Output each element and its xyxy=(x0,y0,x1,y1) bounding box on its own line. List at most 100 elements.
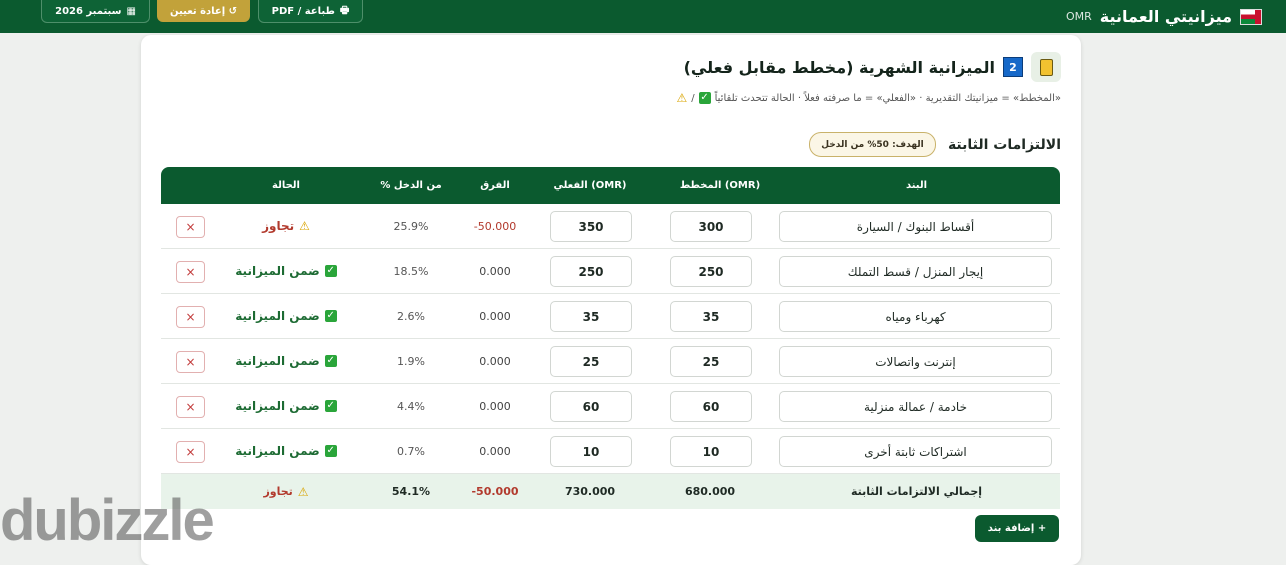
diff-value: 0.000 xyxy=(479,444,511,458)
note-text: «المخطط» = ميزانيتك التقديرية · «الفعلي»… xyxy=(714,92,1061,104)
planned-input[interactable]: 300 xyxy=(670,211,752,242)
planned-input[interactable]: 250 xyxy=(670,256,752,287)
section-title: الالتزامات الثابتة xyxy=(947,137,1061,153)
status-text: ضمن الميزانية xyxy=(235,309,320,323)
total-pct: 54.1% xyxy=(391,485,431,498)
budget-card: 2 الميزانية الشهرية (مخطط مقابل فعلي) «ا… xyxy=(141,35,1081,565)
top-bar: ميزانيتي العمانية OMR 🖶 طباعة / PDF ↺ إع… xyxy=(0,0,1286,33)
col-status: الحالة xyxy=(272,180,300,191)
status-text: ضمن الميزانية xyxy=(235,264,320,278)
check-icon: ✓ xyxy=(324,445,337,457)
col-actual: الفعلي (OMR) xyxy=(553,180,627,191)
pct-value: 1.9% xyxy=(397,354,425,368)
table-row: اشتراكات ثابتة أخرى 10 10 0.000 0.7% ✓ ضمن الم… xyxy=(161,429,1060,474)
delete-row-button[interactable]: × xyxy=(176,306,205,328)
brand: ميزانيتي العمانية OMR xyxy=(1066,0,1262,33)
status-text: ضمن الميزانية xyxy=(235,354,320,368)
month-selector[interactable]: ▦ سبتمبر 2026 xyxy=(41,0,150,23)
table-row: إنترنت واتصالات 25 25 0.000 1.9% ✓ ضمن الميزان… xyxy=(161,339,1060,384)
total-diff: -50.000 xyxy=(471,485,519,498)
budget-table: البند المخطط (OMR) الفعلي (OMR) الفرق % … xyxy=(161,167,1060,509)
actual-input[interactable]: 60 xyxy=(550,391,632,422)
status-badge: ⚠ تجاوز xyxy=(216,204,356,248)
pct-value: 0.7% xyxy=(397,444,425,458)
table-row: أقساط البنوك / السيارة 300 350 -50.000 25.9%… xyxy=(161,204,1060,249)
item-name-input[interactable]: اشتراكات ثابتة أخرى xyxy=(779,436,1052,467)
reset-button[interactable]: ↺ إعادة تعيين xyxy=(157,0,250,22)
table-row: خادمة / عمالة منزلية 60 60 0.000 4.4% ✓ ضمن ال… xyxy=(161,384,1060,429)
planned-input[interactable]: 10 xyxy=(670,436,752,467)
planned-input[interactable]: 60 xyxy=(670,391,752,422)
delete-row-button[interactable]: × xyxy=(176,396,205,418)
card-header: 2 الميزانية الشهرية (مخطط مقابل فعلي) xyxy=(684,52,1061,82)
check-icon: ✓ xyxy=(698,92,711,104)
status-text: ضمن الميزانية xyxy=(235,399,320,413)
currency-label: OMR xyxy=(1066,10,1092,23)
check-icon: ✓ xyxy=(324,265,337,277)
planned-input[interactable]: 35 xyxy=(670,301,752,332)
check-icon: ✓ xyxy=(324,400,337,412)
col-plan: المخطط (OMR) xyxy=(679,180,761,191)
status-text: تجاوز xyxy=(262,219,295,233)
table-row: كهرباء ومياه 35 35 0.000 2.6% ✓ ضمن الميزانية × xyxy=(161,294,1060,339)
diff-value: -50.000 xyxy=(473,219,517,233)
pct-value: 4.4% xyxy=(397,399,425,413)
status-badge: ✓ ضمن الميزانية xyxy=(216,339,356,383)
pct-value: 25.9% xyxy=(393,219,429,233)
delete-row-button[interactable]: × xyxy=(176,216,205,238)
step-badge: 2 xyxy=(1003,57,1023,77)
actual-input[interactable]: 350 xyxy=(550,211,632,242)
item-name-input[interactable]: إيجار المنزل / قسط التملك xyxy=(779,256,1052,287)
status-badge: ✓ ضمن الميزانية xyxy=(216,429,356,473)
month-label: سبتمبر 2026 xyxy=(55,5,122,17)
diff-value: 0.000 xyxy=(479,309,511,323)
warning-icon: ⚠ xyxy=(299,219,310,233)
actual-input[interactable]: 25 xyxy=(550,346,632,377)
actual-input[interactable]: 250 xyxy=(550,256,632,287)
item-name-input[interactable]: أقساط البنوك / السيارة xyxy=(779,211,1052,242)
actual-input[interactable]: 35 xyxy=(550,301,632,332)
add-item-button[interactable]: + إضافة بند xyxy=(975,515,1059,542)
delete-row-button[interactable]: × xyxy=(176,261,205,283)
print-label: طباعة / PDF xyxy=(271,5,335,17)
page-title: الميزانية الشهرية (مخطط مقابل فعلي) xyxy=(683,57,995,77)
printer-icon: 🖶 xyxy=(339,4,350,16)
col-diff: الفرق xyxy=(480,180,510,191)
total-plan: 680.000 xyxy=(684,485,736,498)
folder-icon xyxy=(1031,52,1061,82)
total-status-text: تجاوز xyxy=(263,485,293,498)
table-header: البند المخطط (OMR) الفعلي (OMR) الفرق % … xyxy=(161,167,1060,204)
delete-row-button[interactable]: × xyxy=(176,351,205,373)
total-label: إجمالي الالتزامات الثابتة xyxy=(850,485,983,498)
item-name-input[interactable]: كهرباء ومياه xyxy=(779,301,1052,332)
table-row: إيجار المنزل / قسط التملك 250 250 0.000 18.5… xyxy=(161,249,1060,294)
dubizzle-watermark-logo: dubizzle xyxy=(0,488,215,553)
item-name-input[interactable]: إنترنت واتصالات xyxy=(779,346,1052,377)
check-icon: ✓ xyxy=(324,310,337,322)
diff-value: 0.000 xyxy=(479,264,511,278)
pct-value: 2.6% xyxy=(397,309,425,323)
warning-icon: ⚠ xyxy=(676,91,688,105)
help-note: «المخطط» = ميزانيتك التقديرية · «الفعلي»… xyxy=(676,91,1061,105)
total-status: ⚠ تجاوز xyxy=(216,474,356,509)
oman-flag-icon xyxy=(1240,8,1262,25)
goal-badge: الهدف: 50% من الدخل xyxy=(809,132,936,157)
check-icon: ✓ xyxy=(324,355,337,367)
print-pdf-button[interactable]: 🖶 طباعة / PDF xyxy=(258,0,363,23)
total-row: إجمالي الالتزامات الثابتة 680.000 730.00… xyxy=(161,474,1060,509)
status-badge: ✓ ضمن الميزانية xyxy=(216,294,356,338)
status-text: ضمن الميزانية xyxy=(235,444,320,458)
status-badge: ✓ ضمن الميزانية xyxy=(216,249,356,293)
planned-input[interactable]: 25 xyxy=(670,346,752,377)
slash-separator: / xyxy=(691,92,695,104)
col-item: البند xyxy=(905,180,928,191)
diff-value: 0.000 xyxy=(479,354,511,368)
pct-value: 18.5% xyxy=(393,264,429,278)
total-actual: 730.000 xyxy=(564,485,616,498)
col-pct: % من الدخل xyxy=(380,180,442,191)
app-title: ميزانيتي العمانية xyxy=(1099,7,1232,26)
delete-row-button[interactable]: × xyxy=(176,441,205,463)
actual-input[interactable]: 10 xyxy=(550,436,632,467)
item-name-input[interactable]: خادمة / عمالة منزلية xyxy=(779,391,1052,422)
warning-icon: ⚠ xyxy=(297,484,309,499)
